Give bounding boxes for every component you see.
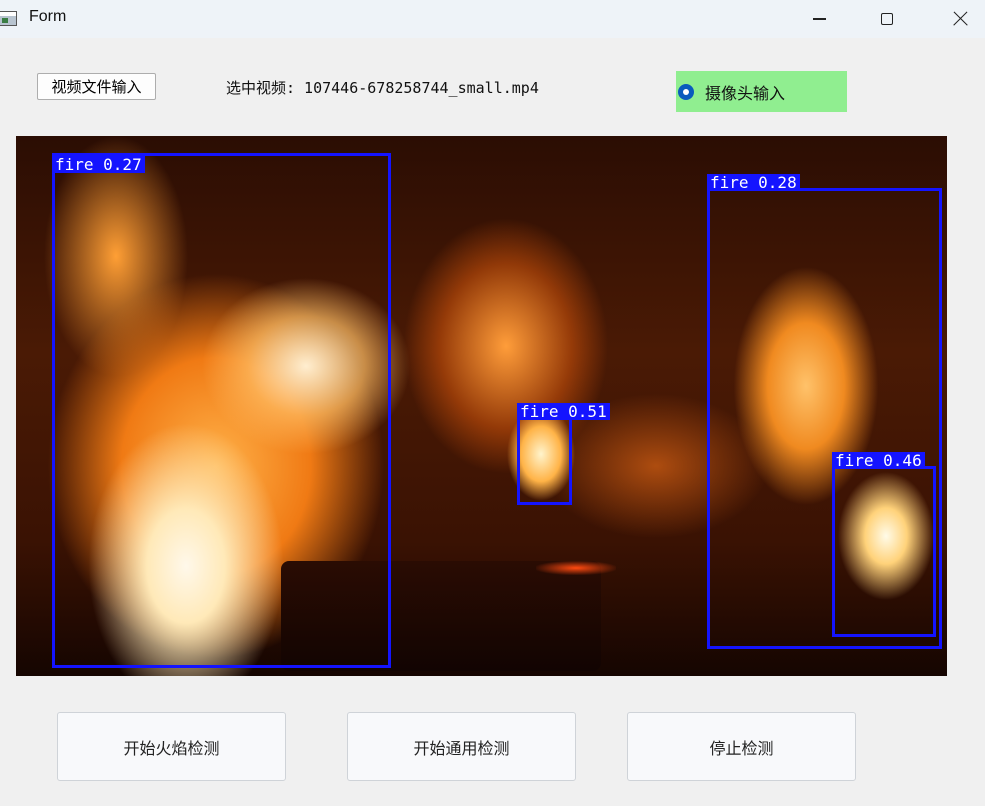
- detection-label: fire 0.51: [517, 403, 610, 420]
- video-display: fire 0.27 fire 0.28 fire 0.51 fire 0.46: [16, 136, 947, 676]
- minimize-icon[interactable]: [796, 0, 842, 38]
- detection-label: fire 0.46: [832, 452, 925, 469]
- stop-detection-button[interactable]: 停止检测: [627, 712, 856, 781]
- title-bar: Form: [0, 0, 985, 38]
- app-icon: [0, 11, 17, 26]
- detection-label: fire 0.27: [52, 156, 145, 173]
- radio-checked-icon[interactable]: [678, 83, 694, 100]
- video-file-input-button[interactable]: 视频文件输入: [37, 73, 156, 100]
- maximize-icon[interactable]: [864, 0, 910, 38]
- detection-box: fire 0.51: [517, 403, 610, 505]
- ember-glow: [536, 561, 616, 575]
- window-title: Form: [29, 8, 67, 25]
- start-fire-detection-button[interactable]: 开始火焰检测: [57, 712, 286, 781]
- detection-label: fire 0.28: [707, 174, 800, 191]
- detection-box: fire 0.27: [52, 153, 391, 668]
- close-icon[interactable]: [936, 0, 982, 38]
- start-general-detection-button[interactable]: 开始通用检测: [347, 712, 576, 781]
- camera-input-radio[interactable]: 摄像头输入: [676, 71, 847, 112]
- detection-box: fire 0.46: [832, 452, 936, 637]
- selected-video-label: 选中视频: 107446-678258744_small.mp4: [226, 79, 539, 97]
- camera-input-label: 摄像头输入: [705, 83, 786, 103]
